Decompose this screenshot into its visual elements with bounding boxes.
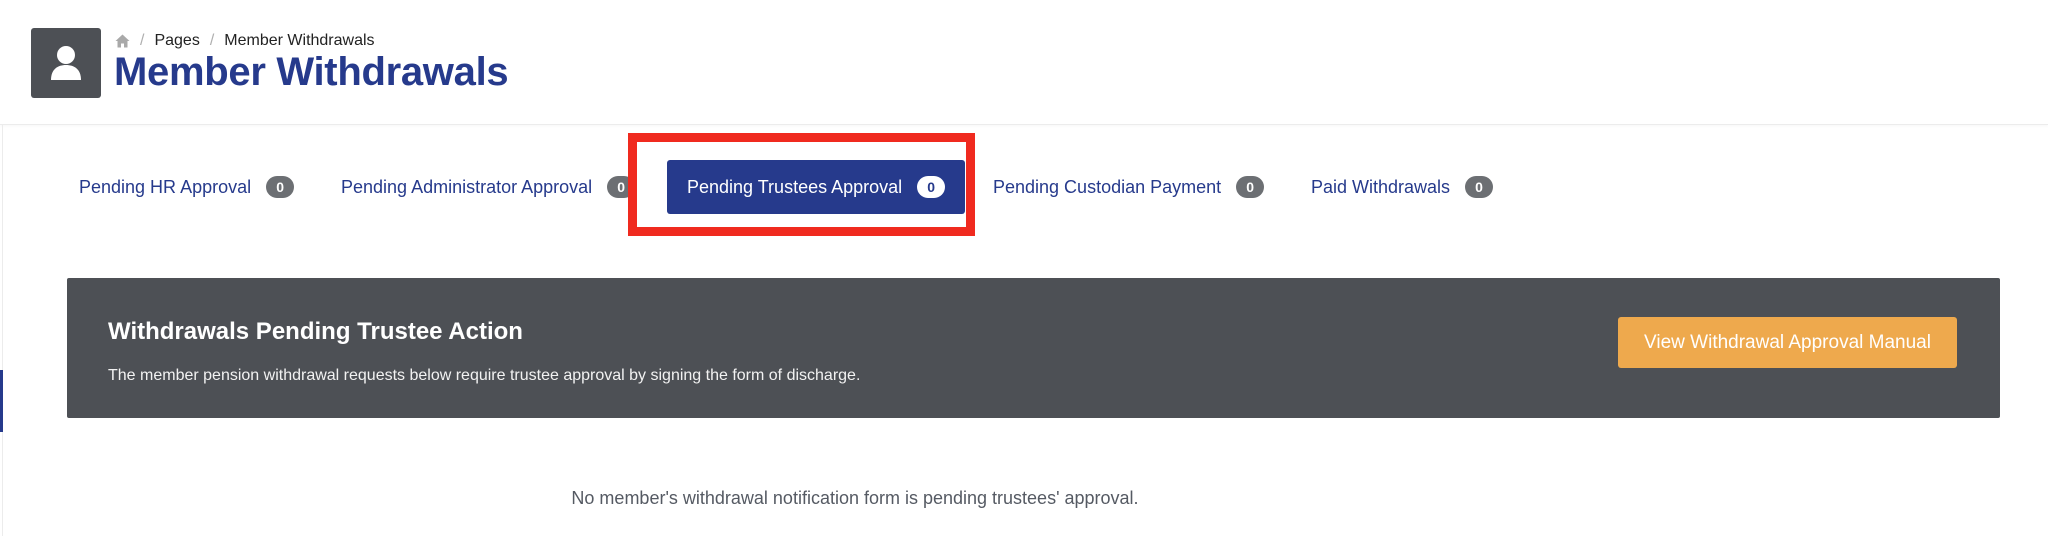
breadcrumb: / Pages / Member Withdrawals [115, 31, 375, 51]
count-badge: 0 [607, 176, 636, 198]
breadcrumb-item-member-withdrawals: Member Withdrawals [224, 32, 375, 49]
header-user-icon-box [31, 28, 101, 98]
breadcrumb-separator: / [209, 32, 215, 49]
tab-label: Pending Administrator Approval [341, 176, 593, 197]
view-approval-manual-button[interactable]: View Withdrawal Approval Manual [1618, 317, 1957, 368]
tab-pending-hr-approval[interactable]: Pending HR Approval 0 [79, 160, 295, 214]
panel-title: Withdrawals Pending Trustee Action [108, 318, 523, 345]
tab-pending-administrator-approval[interactable]: Pending Administrator Approval 0 [341, 160, 636, 214]
count-badge: 0 [917, 176, 946, 198]
tab-pending-trustees-approval[interactable]: Pending Trustees Approval 0 [667, 160, 966, 214]
tab-label: Pending HR Approval [79, 176, 252, 197]
tab-label: Paid Withdrawals [1311, 176, 1451, 197]
tab-label: Pending Trustees Approval [687, 176, 903, 197]
empty-state-message: No member's withdrawal notification form… [571, 488, 1139, 508]
sidebar-active-marker [0, 370, 3, 432]
page-header: / Pages / Member Withdrawals Member With… [0, 0, 2048, 125]
user-icon [51, 46, 81, 80]
tab-paid-withdrawals[interactable]: Paid Withdrawals 0 [1311, 160, 1494, 214]
sidebar-edge [2, 124, 3, 536]
trustee-action-panel: Withdrawals Pending Trustee Action The m… [67, 278, 2000, 418]
home-icon[interactable] [115, 34, 130, 48]
page-title: Member Withdrawals [114, 50, 509, 94]
count-badge: 0 [1465, 176, 1494, 198]
count-badge: 0 [1236, 176, 1265, 198]
breadcrumb-item-pages[interactable]: Pages [154, 32, 199, 50]
count-badge: 0 [266, 176, 295, 198]
tab-label: Pending Custodian Payment [993, 176, 1222, 197]
breadcrumb-separator: / [140, 32, 145, 49]
panel-description: The member pension withdrawal requests b… [108, 367, 861, 384]
tab-pending-custodian-payment[interactable]: Pending Custodian Payment 0 [993, 160, 1265, 214]
